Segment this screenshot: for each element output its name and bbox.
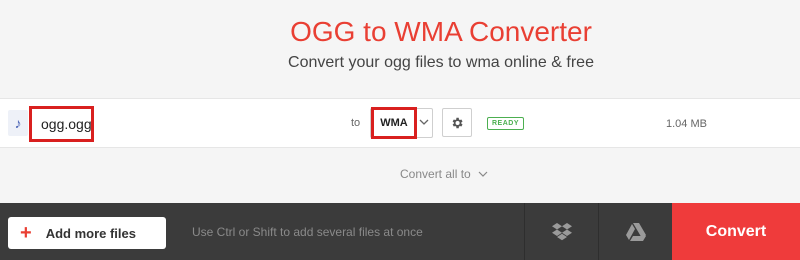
gear-icon (452, 117, 463, 128)
settings-button[interactable] (442, 108, 472, 137)
google-drive-button[interactable] (598, 203, 672, 260)
bottom-toolbar: + Add more files Use Ctrl or Shift to ad… (0, 203, 800, 260)
file-name: ogg.ogg (29, 106, 94, 142)
format-value[interactable]: WMA (371, 107, 417, 139)
file-size: 1.04 MB (666, 118, 707, 130)
google-drive-icon (625, 222, 646, 241)
chevron-down-icon[interactable] (418, 113, 430, 131)
status-badge: READY (487, 117, 525, 130)
add-files-label: Add more files (45, 225, 136, 241)
dropbox-button[interactable] (524, 203, 598, 260)
convert-button[interactable]: Convert (672, 203, 800, 260)
convert-all-dropdown[interactable]: Convert all to (400, 167, 488, 181)
add-more-files-button[interactable]: + Add more files (8, 217, 166, 249)
plus-icon: + (20, 222, 32, 244)
chevron-down-icon (478, 171, 488, 177)
hint-text: Use Ctrl or Shift to add several files a… (192, 225, 423, 239)
page-subtitle: Convert your ogg files to wma online & f… (288, 54, 594, 71)
to-label: to (351, 117, 361, 129)
convert-all-label: Convert all to (400, 167, 471, 181)
dropbox-icon (551, 222, 572, 240)
music-note-icon: ♪ (8, 110, 28, 136)
page-header: OGG to WMA Converter Convert your ogg fi… (0, 0, 800, 97)
page-title: OGG to WMA Converter (290, 16, 592, 47)
